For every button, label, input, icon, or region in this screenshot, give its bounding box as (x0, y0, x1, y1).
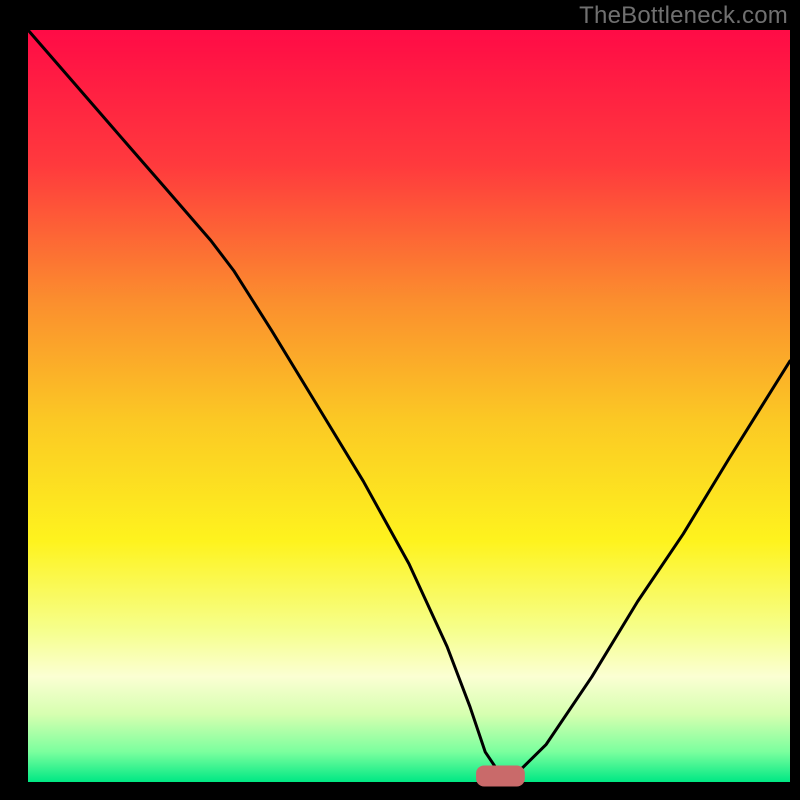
watermark-text: TheBottleneck.com (579, 2, 788, 30)
chart-frame: TheBottleneck.com (0, 0, 800, 800)
minimum-marker (476, 765, 525, 786)
bottleneck-chart (0, 0, 800, 800)
plot-background (28, 30, 790, 782)
